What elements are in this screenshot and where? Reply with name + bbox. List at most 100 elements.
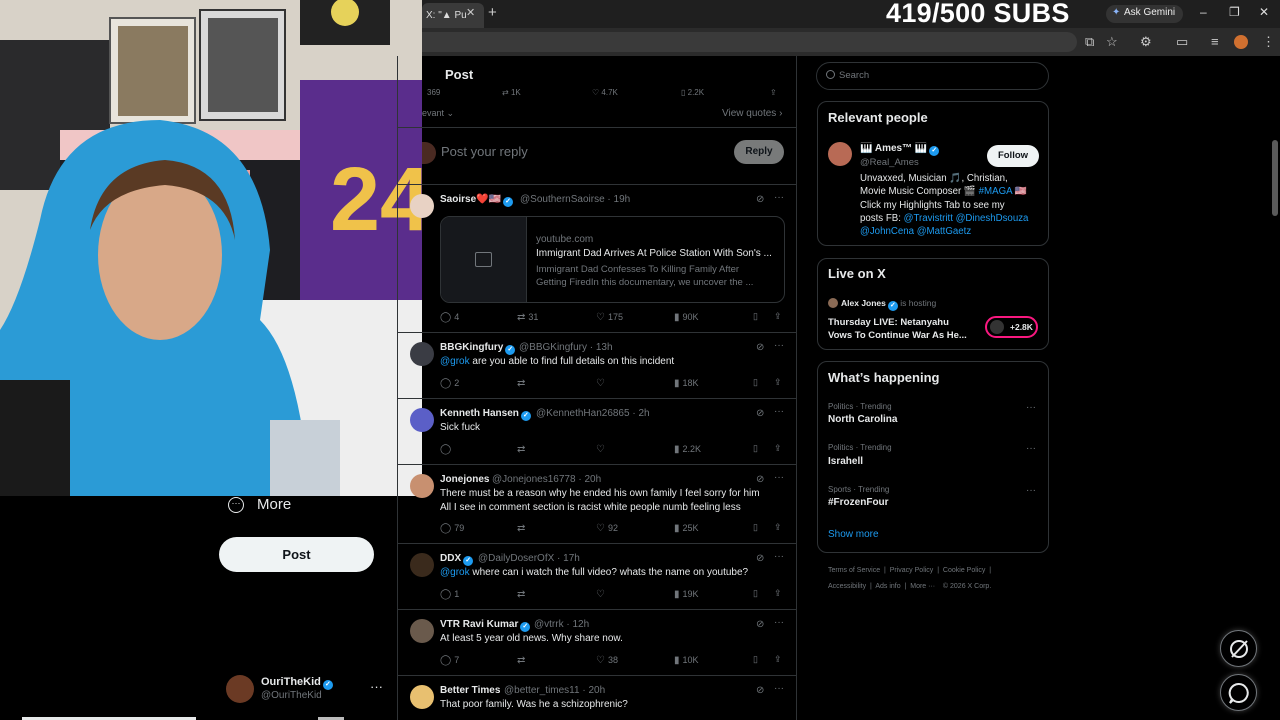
share-icon[interactable]: ⇪ [774, 654, 782, 665]
bookmark-icon[interactable]: ▯ [753, 654, 758, 665]
reply-action[interactable]: ◯ 79 [440, 523, 464, 534]
reply-author-name[interactable]: Jonejones [440, 474, 489, 485]
views-action[interactable]: ▮ 25K [674, 523, 699, 534]
reply-sort-dropdown[interactable]: evant ⌄ [422, 108, 454, 119]
profile-avatar[interactable] [1234, 35, 1248, 49]
top-bookmarks-count[interactable]: ▯ 2.2K [681, 88, 704, 97]
mention-link[interactable]: @grok [440, 567, 470, 578]
repost-action[interactable]: ⇄ 31 [517, 312, 538, 323]
views-action[interactable]: ▮ 10K [674, 655, 699, 666]
reply-action[interactable]: ◯ 7 [440, 655, 459, 666]
reply-author-name[interactable]: VTR Ravi Kumar ✓ [440, 619, 531, 632]
avatar[interactable] [410, 194, 434, 218]
repost-action[interactable]: ⇄ [517, 378, 528, 389]
footer-link[interactable]: Privacy Policy [890, 567, 934, 574]
bookmark-icon[interactable]: ▯ [753, 377, 758, 388]
bookmark-icon[interactable]: ▯ [753, 588, 758, 599]
sidebar-icon[interactable]: ▭ [1176, 34, 1188, 50]
bookmark-icon[interactable]: ▯ [753, 311, 758, 322]
more-options-icon[interactable]: ··· [774, 617, 784, 628]
like-action[interactable]: ♡ [596, 378, 608, 389]
bookmark-icon[interactable]: ▯ [753, 443, 758, 454]
mention-link[interactable]: @grok [440, 356, 470, 367]
hashtag-link[interactable]: #MAGA [979, 186, 1012, 197]
top-reposts-count[interactable]: ⇄ 1K [502, 88, 521, 97]
reply-author-name[interactable]: DDX ✓ [440, 553, 474, 566]
views-action[interactable]: ▮ 2.2K [674, 444, 701, 455]
trend-more-icon[interactable]: ··· [1026, 402, 1036, 413]
repost-action[interactable]: ⇄ [517, 444, 528, 455]
grok-button[interactable] [1220, 630, 1257, 667]
reply-action[interactable]: ◯ 4 [440, 312, 459, 323]
reply-action[interactable]: ◯ 1 [440, 589, 459, 600]
more-options-icon[interactable]: ··· [774, 406, 784, 417]
grok-icon[interactable]: ⊘ [756, 553, 764, 564]
views-action[interactable]: ▮ 18K [674, 378, 699, 389]
trend-item[interactable]: #FrozenFour [828, 497, 889, 508]
extensions-icon[interactable]: ⚙ [1140, 34, 1152, 50]
footer-link[interactable]: Cookie Policy [943, 567, 985, 574]
views-action[interactable]: ▮ 19K [674, 589, 699, 600]
ask-gemini-button[interactable]: ✦ Ask Gemini [1106, 5, 1184, 23]
reply-action[interactable]: ◯ 2 [440, 378, 459, 389]
nav-more[interactable]: More [257, 496, 291, 513]
account-name[interactable]: OuriTheKid ✓ [261, 676, 333, 690]
reply-author-name[interactable]: Kenneth Hansen ✓ [440, 408, 531, 421]
more-options-icon[interactable]: ··· [774, 683, 784, 694]
close-tab-icon[interactable]: ✕ [466, 6, 475, 19]
grok-icon[interactable]: ⊘ [756, 619, 764, 630]
reply-button[interactable]: Reply [734, 140, 784, 164]
messages-button[interactable] [1220, 674, 1257, 711]
avatar[interactable] [410, 619, 434, 643]
top-likes-count[interactable]: ♡ 4.7K [592, 88, 618, 97]
footer-link[interactable]: Accessibility [828, 583, 866, 590]
bookmark-icon[interactable]: ▯ [753, 522, 758, 533]
bookmark-star-icon[interactable]: ☆ [1106, 34, 1118, 50]
live-listeners-badge[interactable]: +2.8K [985, 316, 1038, 338]
account-more-icon[interactable]: ··· [370, 679, 383, 694]
link-card[interactable]: youtube.com Immigrant Dad Arrives At Pol… [440, 216, 785, 303]
avatar[interactable] [410, 553, 434, 577]
grok-icon[interactable]: ⊘ [756, 194, 764, 205]
trend-more-icon[interactable]: ··· [1026, 485, 1036, 496]
account-avatar[interactable] [226, 675, 254, 703]
share-icon[interactable]: ⇪ [774, 522, 782, 533]
reply-author-name[interactable]: Saoirse❤️🇺🇸 ✓ [440, 194, 514, 207]
views-action[interactable]: ▮ 90K [674, 312, 699, 323]
avatar[interactable] [410, 685, 434, 709]
person-name[interactable]: 🎹 Ames™ 🎹 ✓ [860, 143, 940, 156]
reply-action[interactable]: ◯ [440, 444, 454, 455]
footer-link[interactable]: Ads info [875, 583, 900, 590]
top-replies-count[interactable]: 369 [427, 88, 440, 97]
avatar[interactable] [828, 142, 852, 166]
avatar[interactable] [410, 342, 434, 366]
reply-input[interactable]: Post your reply [441, 144, 528, 159]
more-options-icon[interactable]: ··· [774, 551, 784, 562]
reply-author-name[interactable]: BBGKingfury ✓ [440, 342, 516, 355]
like-action[interactable]: ♡ 92 [596, 523, 618, 534]
repost-action[interactable]: ⇄ [517, 655, 528, 666]
repost-action[interactable]: ⇄ [517, 589, 528, 600]
repost-action[interactable]: ⇄ [517, 523, 528, 534]
new-tab-icon[interactable]: + [488, 4, 497, 21]
follow-button[interactable]: Follow [987, 145, 1039, 167]
trend-more-icon[interactable]: ··· [1026, 443, 1036, 454]
reply-author-name[interactable]: Better Times [440, 685, 500, 696]
share-icon[interactable]: ⇪ [774, 443, 782, 454]
like-action[interactable]: ♡ [596, 444, 608, 455]
more-options-icon[interactable]: ··· [774, 192, 784, 203]
top-share-icon[interactable]: ⇪ [770, 88, 777, 97]
mention-link[interactable]: @JohnCena @MattGaetz [860, 226, 971, 237]
like-action[interactable]: ♡ [596, 589, 608, 600]
reading-list-icon[interactable]: ≡ [1211, 34, 1219, 49]
show-more-link[interactable]: Show more [828, 529, 879, 540]
maximize-icon[interactable]: ❐ [1229, 5, 1240, 19]
compose-post-button[interactable]: Post [219, 537, 374, 572]
avatar[interactable] [410, 408, 434, 432]
like-action[interactable]: ♡ 38 [596, 655, 618, 666]
url-input[interactable] [422, 32, 1077, 52]
minimize-icon[interactable]: – [1200, 5, 1207, 19]
trend-item[interactable]: North Carolina [828, 414, 897, 425]
grok-icon[interactable]: ⊘ [756, 474, 764, 485]
footer-link[interactable]: More ··· [910, 583, 935, 590]
